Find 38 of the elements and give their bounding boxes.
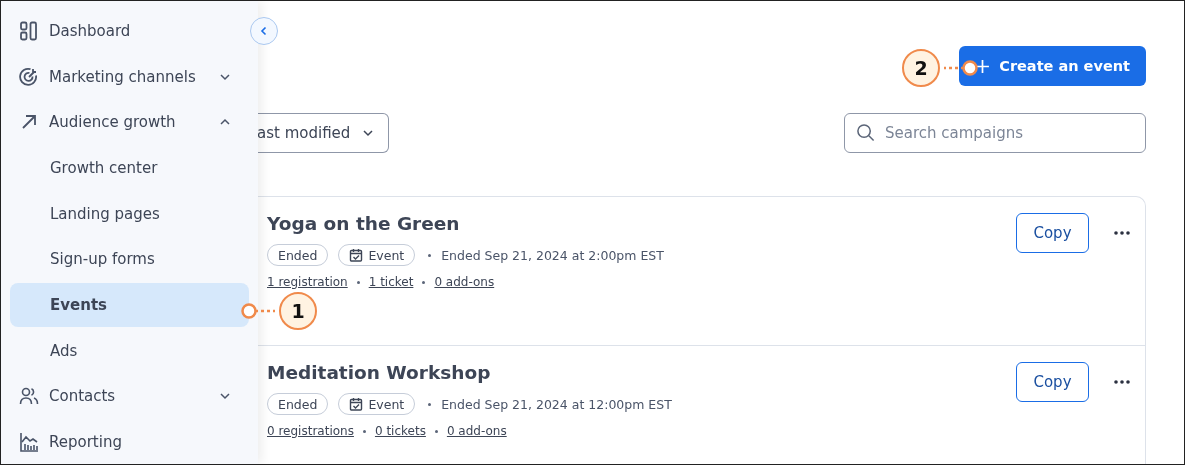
copy-button[interactable]: Copy [1016,213,1089,253]
chevron-down-icon [362,127,375,139]
sidebar-item[interactable]: Reporting [1,420,249,464]
sidebar-item[interactable]: Contacts [1,374,249,419]
plus-icon [975,58,991,74]
calendar-check-icon [349,397,364,411]
callout-badge: 2 [902,49,940,87]
copy-button[interactable]: Copy [1016,362,1089,402]
target-icon [19,66,39,87]
stat-link[interactable]: 0 add-ons [434,275,495,289]
create-event-button[interactable]: Create an event [959,46,1146,86]
stat-link[interactable]: 0 tickets [374,424,426,438]
sidebar-item[interactable]: Audience growth [1,100,249,145]
people-icon [19,386,39,407]
sidebar-item[interactable]: Events [10,283,249,327]
event-date: Ended Sep 21, 2024 at 12:00pm EST [441,396,672,412]
stat-link[interactable]: 0 registrations [267,424,354,438]
stat-link[interactable]: 1 ticket [368,275,414,289]
stat-link[interactable]: 1 registration [267,275,348,289]
event-title: Meditation Workshop [267,362,492,383]
calendar-check-icon [349,248,364,262]
sidebar-item[interactable]: Landing pages [1,191,249,236]
search-field[interactable]: Search campaigns [844,113,1146,153]
sort-dropdown[interactable]: ast modified [257,113,390,153]
dashboard-icon [19,20,39,41]
more-options-icon[interactable] [1113,379,1131,385]
callout-badge: 1 [279,292,317,330]
chart-icon [19,432,39,453]
sidebar-item[interactable]: Growth center [1,146,249,190]
stat-link[interactable]: 0 add-ons [446,424,507,438]
sidebar-item[interactable]: Dashboard [1,9,249,53]
event-title: Yoga on the Green [267,213,461,234]
search-icon [856,123,875,142]
sidebar-item[interactable]: Marketing channels [1,54,249,99]
event-date: Ended Sep 21, 2024 at 2:00pm EST [441,247,664,263]
more-options-icon[interactable] [1113,230,1131,236]
sidebar-item[interactable]: Sign-up forms [1,237,249,282]
sidebar-item[interactable]: Ads [1,328,249,373]
